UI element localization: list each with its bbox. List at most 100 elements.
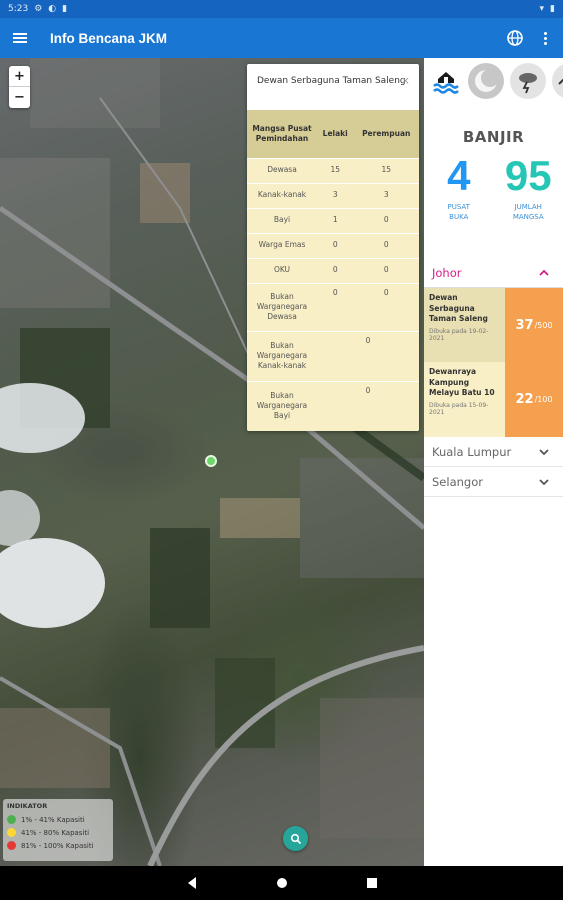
- cell-perempuan: 0: [353, 207, 419, 233]
- zoom-in-button[interactable]: +: [9, 66, 30, 87]
- zoom-control: + −: [9, 66, 30, 108]
- row-label: Kanak-kanak: [247, 182, 317, 208]
- state-row-johor[interactable]: Johor: [424, 258, 563, 288]
- legend-item: 81% - 100% Kapasiti: [7, 839, 109, 852]
- popup-title: Dewan Serbaguna Taman Saleng: [257, 76, 406, 86]
- cell-lelaki: 15: [317, 157, 354, 183]
- disaster-summary-panel: BANJIR 4 PUSAT BUKA 95 JUMLAH MANGSA Joh…: [424, 58, 563, 866]
- green-dot-icon: [7, 815, 16, 824]
- flood-icon: [433, 72, 459, 94]
- center-name: Dewan Serbaguna Taman Saleng: [429, 293, 488, 323]
- state-name: Johor: [432, 265, 462, 280]
- language-button[interactable]: [504, 27, 526, 49]
- moon-icon: [475, 69, 499, 92]
- storage-icon: ▮: [62, 4, 68, 14]
- cell-perempuan: 0: [353, 232, 419, 258]
- open-centers-count: 4: [447, 152, 471, 199]
- tab-storm[interactable]: [510, 63, 546, 99]
- row-label: Dewasa: [247, 157, 317, 183]
- red-dot-icon: [7, 841, 16, 850]
- tab-flood[interactable]: [428, 63, 464, 99]
- table-row: Bukan Warganegara Dewasa 0 0: [247, 282, 419, 331]
- table-row: OKU 0 0: [247, 257, 419, 283]
- stat-label: PUSAT: [447, 203, 470, 212]
- table-row: Bukan Warganegara Bayi 0: [247, 380, 419, 431]
- cell-combined: 0: [317, 380, 419, 431]
- evacuation-center-card[interactable]: Dewan Serbaguna Taman Saleng Dibuka pada…: [424, 288, 563, 363]
- cell-perempuan: 3: [353, 182, 419, 208]
- capacity-badge: 37 /500: [505, 288, 563, 363]
- map-view[interactable]: + − Dewan Serbaguna Taman Saleng × Mangs…: [0, 58, 424, 866]
- capacity-legend: INDIKATOR 1% - 41% Kapasiti 41% - 80% Ka…: [3, 799, 113, 861]
- state-row-kuala-lumpur[interactable]: Kuala Lumpur: [424, 437, 563, 467]
- legend-label: 41% - 80% Kapasiti: [21, 828, 90, 837]
- state-row-selangor[interactable]: Selangor: [424, 467, 563, 497]
- table-row: Dewasa 15 15: [247, 157, 419, 183]
- table-row: Warga Emas 0 0: [247, 232, 419, 258]
- chevron-down-icon: [539, 479, 549, 486]
- table-row: Bukan Warganegara Kanak-kanak 0: [247, 330, 419, 381]
- evacuation-center-card[interactable]: Dewanraya Kampung Melayu Batu 10 Dibuka …: [424, 362, 563, 437]
- yellow-dot-icon: [7, 828, 16, 837]
- cell-lelaki: 0: [317, 232, 354, 258]
- storm-cloud-icon: [519, 73, 537, 94]
- cell-perempuan: 0: [353, 282, 419, 331]
- map-search-button[interactable]: [283, 826, 308, 851]
- state-name: Selangor: [432, 474, 483, 489]
- table-header: Lelaki: [317, 110, 354, 158]
- cell-lelaki: 3: [317, 182, 354, 208]
- wifi-icon: ▾: [539, 4, 545, 14]
- chevron-down-icon: [539, 449, 549, 456]
- center-opened-date: Dibuka pada 15-09-2021: [429, 401, 489, 417]
- row-label: Bayi: [247, 207, 317, 233]
- home-icon[interactable]: [274, 875, 290, 891]
- state-name: Kuala Lumpur: [432, 444, 512, 459]
- cell-perempuan: 15: [353, 157, 419, 183]
- row-label: Bukan Warganegara Kanak-kanak: [247, 330, 317, 381]
- table-header: Mangsa Pusat Pemindahan: [247, 110, 317, 158]
- menu-button[interactable]: [0, 18, 40, 58]
- disaster-type-tabs: [424, 58, 563, 108]
- table-row: Kanak-kanak 3 3: [247, 182, 419, 208]
- row-label: OKU: [247, 257, 317, 283]
- disaster-category-title: BANJIR: [462, 128, 525, 146]
- stat-open-centers: 4 PUSAT BUKA: [424, 152, 494, 222]
- cell-combined: 0: [317, 330, 419, 381]
- summary-stats: 4 PUSAT BUKA 95 JUMLAH MANGSA: [424, 152, 563, 222]
- status-bar: 5:23 ⚙ ◐ ▮ ▾ ▮: [0, 0, 563, 18]
- status-time: 5:23: [8, 4, 29, 14]
- stat-label: MANGSA: [512, 213, 544, 222]
- globe-icon: [507, 30, 523, 46]
- more-options-button[interactable]: [536, 27, 554, 49]
- current-occupancy: 22: [515, 392, 534, 407]
- current-occupancy: 37: [515, 318, 534, 333]
- battery-icon: ▮: [550, 4, 555, 14]
- app-bar: Info Bencana JKM: [0, 18, 563, 58]
- max-capacity: /500: [534, 321, 553, 330]
- back-icon[interactable]: [184, 875, 200, 891]
- row-label: Bukan Warganegara Dewasa: [247, 282, 317, 331]
- recents-icon[interactable]: [364, 875, 380, 891]
- legend-label: 81% - 100% Kapasiti: [21, 841, 94, 850]
- legend-item: 41% - 80% Kapasiti: [7, 826, 109, 839]
- popup-close-button[interactable]: ×: [401, 74, 410, 87]
- total-victims-count: 95: [504, 152, 552, 199]
- evacuation-center-marker[interactable]: [205, 455, 217, 467]
- tab-night[interactable]: [468, 63, 504, 99]
- row-label: Warga Emas: [247, 232, 317, 258]
- cell-lelaki: 0: [317, 257, 354, 283]
- row-label: Bukan Warganegara Bayi: [247, 380, 317, 431]
- capacity-badge: 22 /100: [505, 362, 563, 437]
- tab-landslide[interactable]: [552, 63, 563, 99]
- cell-lelaki: 0: [317, 282, 354, 331]
- center-info-popup: Dewan Serbaguna Taman Saleng × Mangsa Pu…: [247, 64, 419, 431]
- hamburger-icon: [13, 33, 27, 43]
- zoom-out-button[interactable]: −: [9, 87, 30, 108]
- center-opened-date: Dibuka pada 19-02-2021: [429, 327, 489, 343]
- search-icon: [290, 833, 301, 844]
- house-icon: [558, 78, 563, 85]
- table-header: Perempuan: [353, 110, 419, 158]
- max-capacity: /100: [534, 395, 553, 404]
- table-row: Bayi 1 0: [247, 207, 419, 233]
- cell-perempuan: 0: [353, 257, 419, 283]
